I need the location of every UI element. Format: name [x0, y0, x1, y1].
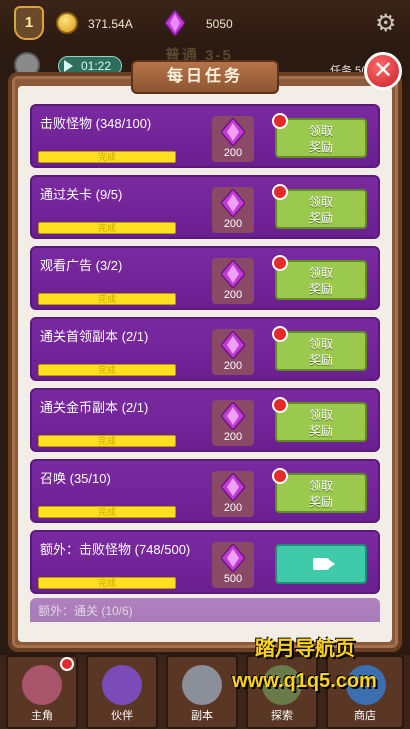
claim-reward-button[interactable]: 领取 奖励: [275, 402, 367, 442]
quest-title: 观看广告 (3/2): [40, 258, 123, 273]
claim-reward-button[interactable]: 领取 奖励: [275, 260, 367, 300]
quest-progress-bar: 完成: [38, 364, 176, 376]
reward-box: 200: [212, 400, 254, 446]
gem-count: 5050: [206, 17, 233, 31]
reward-box: 200: [212, 116, 254, 162]
reward-amount: 200: [223, 502, 243, 514]
panel-title: 每日任务: [131, 60, 279, 94]
reward-amount: 200: [223, 147, 243, 159]
reward-amount: 200: [223, 218, 243, 230]
ghost-icon: [102, 665, 142, 705]
nav-label: 主角: [31, 710, 53, 722]
quest-row: 击败怪物 (348/100) 完成 200 领取 奖励: [30, 104, 380, 168]
top-hud: 1 371.54A 5050 ⚙: [0, 0, 410, 48]
gem-icon: [220, 116, 246, 148]
gem-icon: [220, 400, 246, 432]
coin-icon: [56, 12, 78, 34]
gem-icon: [220, 258, 246, 290]
quest-row: 通关金币副本 (2/1) 完成 200 领取 奖励: [30, 388, 380, 452]
quest-title: 召唤 (35/10): [40, 471, 111, 486]
quest-progress-bar: 完成: [38, 506, 176, 518]
gem-icon: [220, 471, 246, 503]
claim-reward-button[interactable]: 领取 奖励: [275, 118, 367, 158]
notification-dot: [272, 113, 288, 129]
quest-row: 观看广告 (3/2) 完成 200 领取 奖励: [30, 246, 380, 310]
notification-dot: [272, 184, 288, 200]
reward-amount: 500: [223, 573, 243, 585]
swords-icon: [182, 665, 222, 705]
quest-row: 通过关卡 (9/5) 完成 200 领取 奖励: [30, 175, 380, 239]
quest-title: 通关金币副本 (2/1): [40, 400, 149, 415]
quest-row: 额外：击败怪物 (748/500) 完成 500: [30, 530, 380, 594]
quest-progress-bar: 完成: [38, 151, 176, 163]
reward-box: 500: [212, 542, 254, 588]
nav-label: 探索: [271, 710, 293, 722]
quest-row: 召唤 (35/10) 完成 200 领取 奖励: [30, 459, 380, 523]
reward-box: 200: [212, 329, 254, 375]
quest-progress-bar: 完成: [38, 293, 176, 305]
claim-reward-button[interactable]: 领取 奖励: [275, 473, 367, 513]
quest-peek-title: 额外：通关 (10/6): [38, 604, 133, 618]
reward-amount: 200: [223, 289, 243, 301]
notification-dot: [272, 255, 288, 271]
quest-row: 通关首领副本 (2/1) 完成 200 领取 奖励: [30, 317, 380, 381]
notification-dot: [272, 397, 288, 413]
gem-icon: [220, 187, 246, 219]
gem-icon: [165, 10, 185, 36]
play-icon: [64, 60, 73, 72]
timer-value: 01:22: [81, 59, 112, 73]
nav-label: 商店: [354, 710, 376, 722]
close-button[interactable]: ✕: [364, 52, 402, 90]
nav-label: 副本: [191, 710, 213, 722]
mushroom-icon: [22, 665, 62, 705]
watermark-url: www.q1q5.com: [232, 670, 377, 692]
nav-partner[interactable]: 伙伴: [86, 655, 158, 729]
reward-box: 200: [212, 187, 254, 233]
video-camera-icon: [313, 558, 335, 570]
reward-box: 200: [212, 471, 254, 517]
notification-dot: [272, 326, 288, 342]
reward-box: 200: [212, 258, 254, 304]
gear-icon[interactable]: ⚙: [375, 12, 399, 36]
quest-title: 额外：击败怪物 (748/500): [40, 542, 191, 557]
quest-progress-bar: 完成: [38, 222, 176, 234]
quest-title: 击败怪物 (348/100): [40, 116, 152, 131]
reward-amount: 200: [223, 431, 243, 443]
notification-dot: [272, 468, 288, 484]
claim-reward-button[interactable]: 领取 奖励: [275, 331, 367, 371]
gem-icon: [220, 542, 246, 574]
gem-icon: [220, 329, 246, 361]
watch-video-button[interactable]: [275, 544, 367, 584]
watermark-title: 踏月导航页: [255, 638, 355, 660]
quest-peek-row: 额外：通关 (10/6): [30, 598, 380, 622]
nav-dungeon[interactable]: 副本: [166, 655, 238, 729]
reward-amount: 200: [223, 360, 243, 372]
player-level-badge[interactable]: 1: [14, 6, 44, 40]
quest-title: 通关首领副本 (2/1): [40, 329, 149, 344]
quest-progress-bar: 完成: [38, 577, 176, 589]
nav-label: 伙伴: [111, 710, 133, 722]
coin-count: 371.54A: [88, 17, 133, 31]
claim-reward-button[interactable]: 领取 奖励: [275, 189, 367, 229]
quest-title: 通过关卡 (9/5): [40, 187, 123, 202]
nav-notification-dot: [60, 657, 74, 671]
quest-progress-bar: 完成: [38, 435, 176, 447]
